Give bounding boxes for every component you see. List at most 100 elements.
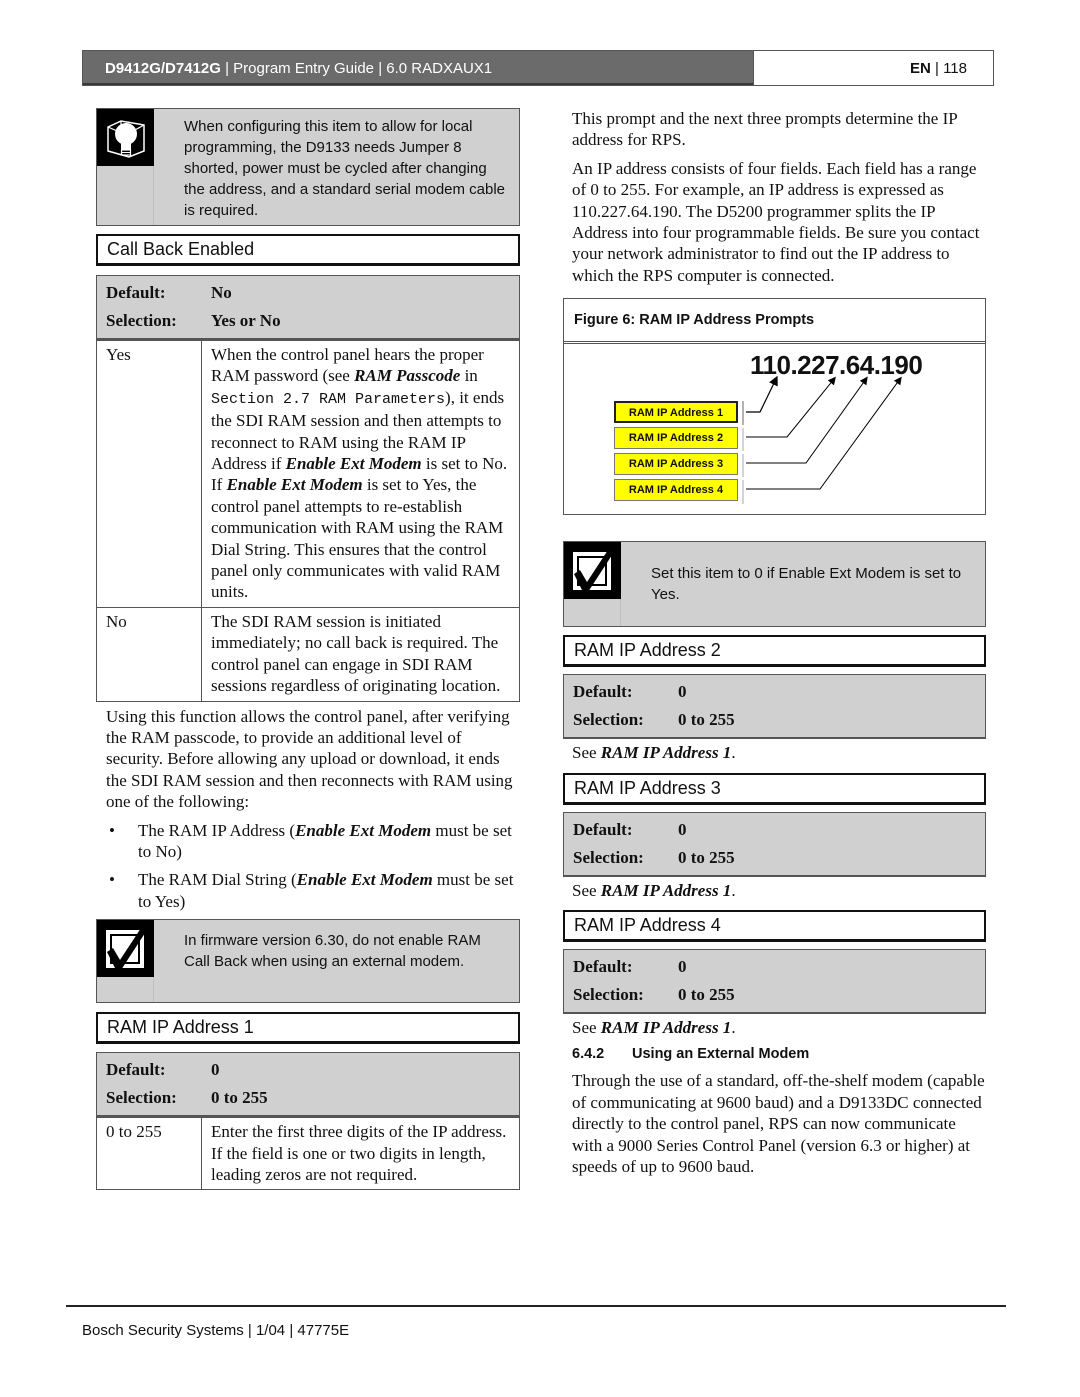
selection-value: Yes or No bbox=[211, 311, 281, 330]
checkbox-checked-icon bbox=[564, 542, 621, 600]
call-back-enabled-title: Call Back Enabled bbox=[96, 234, 520, 266]
selection-label: Selection: bbox=[106, 311, 177, 330]
selection-row: Selection: 0 to 255 bbox=[564, 981, 985, 1009]
selection-value: 0 to 255 bbox=[211, 1088, 268, 1108]
default-label: Default: bbox=[573, 819, 633, 839]
default-row: Default: 0 bbox=[564, 816, 985, 844]
figure-ram-ip-prompts: Figure 6: RAM IP Address Prompts 110.227… bbox=[563, 298, 986, 516]
selection-label: Selection: bbox=[573, 710, 644, 730]
page-header: D9412G/D7412G | Program Entry Guide | 6.… bbox=[82, 50, 994, 86]
table-row: Yes When the control panel hears the pro… bbox=[96, 340, 520, 608]
selection-label: Selection: bbox=[573, 847, 644, 867]
ram-ip-1-link[interactable]: RAM IP Address 1 bbox=[601, 1018, 732, 1037]
ram-ip-address-4-title: RAM IP Address 4 bbox=[563, 910, 986, 943]
arrow-4 bbox=[746, 376, 902, 490]
default-value: 0 bbox=[211, 1060, 220, 1080]
figure-label-ram-ip-4: RAM IP Address 4 bbox=[614, 479, 738, 502]
ram-ip-2-default-selection: Default: 0 Selection: 0 to 255 bbox=[563, 674, 986, 740]
ram-ip-address-1-title: RAM IP Address 1 bbox=[96, 1012, 520, 1045]
firmware-note-text: In firmware version 6.30, do not enable … bbox=[184, 932, 481, 971]
ram-ip-1-link[interactable]: RAM IP Address 1 bbox=[601, 881, 732, 900]
footer-company: Bosch Security Systems bbox=[82, 1322, 244, 1339]
selection-label: Selection: bbox=[573, 985, 644, 1005]
lightbulb-icon bbox=[97, 109, 154, 166]
figure-label-ram-ip-3: RAM IP Address 3 bbox=[614, 453, 738, 476]
call-back-description: Using this function allows the control p… bbox=[106, 706, 513, 812]
selection-row: Selection: 0 to 255 bbox=[564, 706, 985, 734]
default-row: Default: 0 bbox=[564, 953, 985, 981]
call-back-bullet-list: The RAM IP Address (Enable Ext Modem mus… bbox=[96, 820, 520, 913]
external-modem-paragraph: Through the use of a standard, off-the-s… bbox=[572, 1071, 985, 1177]
firmware-note: In firmware version 6.30, do not enable … bbox=[96, 919, 520, 1004]
default-value: 0 bbox=[678, 957, 687, 977]
ext-modem-note-text: Set this item to 0 if Enable Ext Modem i… bbox=[651, 565, 962, 604]
header-title: D9412G/D7412G | Program Entry Guide | 6.… bbox=[83, 51, 753, 85]
selection-label: Selection: bbox=[106, 1088, 177, 1108]
list-item: The RAM Dial String (Enable Ext Modem mu… bbox=[106, 869, 520, 912]
footer-doc-number: 47775E bbox=[297, 1322, 350, 1339]
selection-value: 0 to 255 bbox=[678, 710, 735, 730]
ram-ip-4-default-selection: Default: 0 Selection: 0 to 255 bbox=[563, 949, 986, 1015]
default-row: Default: 0 bbox=[564, 678, 985, 706]
default-value: No bbox=[211, 283, 232, 302]
option-key: No bbox=[96, 606, 202, 702]
figure-caption: Figure 6: RAM IP Address Prompts bbox=[564, 299, 985, 345]
selection-value: 0 to 255 bbox=[678, 985, 735, 1005]
table-row: No The SDI RAM session is initiated imme… bbox=[96, 606, 520, 702]
header-page-info: EN | 118 bbox=[753, 51, 993, 85]
page-footer: Bosch Security Systems | 1/04 | 47775E bbox=[82, 1322, 350, 1339]
default-value: 0 bbox=[678, 819, 687, 839]
left-column: When configuring this item to allow for … bbox=[96, 108, 520, 1191]
ram-ip-1-options-table: 0 to 255 Enter the first three digits of… bbox=[96, 1117, 520, 1191]
arrow-2 bbox=[746, 376, 836, 438]
default-value: 0 bbox=[678, 682, 687, 702]
default-row: Default: No bbox=[97, 279, 519, 307]
option-description: The SDI RAM session is initiated immedia… bbox=[201, 606, 520, 702]
figure-label-ram-ip-2: RAM IP Address 2 bbox=[614, 427, 738, 450]
intro-paragraph-2: An IP address consists of four fields. E… bbox=[572, 158, 980, 285]
table-row: 0 to 255 Enter the first three digits of… bbox=[96, 1117, 520, 1191]
default-label: Default: bbox=[573, 957, 633, 977]
header-section: 6.0 RADXAUX1 bbox=[386, 60, 493, 77]
section-title: Using an External Modem bbox=[632, 1046, 810, 1063]
ram-ip-3-default-selection: Default: 0 Selection: 0 to 255 bbox=[563, 811, 986, 877]
ext-modem-note: Set this item to 0 if Enable Ext Modem i… bbox=[563, 541, 986, 628]
option-key: 0 to 255 bbox=[96, 1117, 202, 1191]
selection-row: Selection: 0 to 255 bbox=[564, 844, 985, 872]
ram-ip-address-3-title: RAM IP Address 3 bbox=[563, 772, 986, 805]
arrow-1 bbox=[746, 376, 778, 413]
tip-note-text: When configuring this item to allow for … bbox=[184, 118, 506, 219]
figure-label-ram-ip-1: RAM IP Address 1 bbox=[614, 401, 738, 424]
header-guide: Program Entry Guide bbox=[233, 60, 375, 77]
see-reference: See RAM IP Address 1. bbox=[572, 1018, 736, 1038]
footer-date: 1/04 bbox=[255, 1322, 286, 1339]
list-item: The RAM IP Address (Enable Ext Modem mus… bbox=[106, 820, 520, 863]
header-product: D9412G/D7412G bbox=[105, 60, 221, 77]
default-label: Default: bbox=[573, 682, 633, 702]
right-column: This prompt and the next three prompts d… bbox=[563, 108, 986, 1178]
selection-value: 0 to 255 bbox=[678, 847, 735, 867]
call-back-default-selection: Default: No Selection: Yes or No bbox=[96, 275, 520, 340]
section-number: 6.4.2 bbox=[572, 1046, 605, 1063]
intro-paragraph-1: This prompt and the next three prompts d… bbox=[572, 109, 958, 150]
header-page-number: 118 bbox=[943, 60, 967, 77]
option-key: Yes bbox=[96, 340, 202, 608]
section-heading-external-modem: 6.4.2 Using an External Modem bbox=[563, 1046, 986, 1062]
selection-row: Selection: Yes or No bbox=[97, 307, 519, 335]
footer-divider bbox=[66, 1305, 1006, 1307]
ram-ip-1-link[interactable]: RAM IP Address 1 bbox=[601, 743, 732, 762]
see-reference: See RAM IP Address 1. bbox=[572, 880, 736, 900]
tip-note: When configuring this item to allow for … bbox=[96, 108, 520, 226]
ram-ip-1-default-selection: Default: 0 Selection: 0 to 255 bbox=[96, 1052, 520, 1118]
header-lang: EN bbox=[910, 60, 931, 77]
ram-ip-address-2-title: RAM IP Address 2 bbox=[563, 635, 986, 668]
checkbox-checked-icon bbox=[97, 920, 154, 978]
option-description: When the control panel hears the proper … bbox=[201, 340, 520, 608]
see-reference: See RAM IP Address 1. bbox=[572, 743, 736, 763]
selection-row: Selection: 0 to 255 bbox=[97, 1084, 519, 1112]
default-label: Default: bbox=[106, 283, 166, 302]
default-row: Default: 0 bbox=[97, 1056, 519, 1084]
default-label: Default: bbox=[106, 1060, 166, 1080]
call-back-options-table: Yes When the control panel hears the pro… bbox=[96, 340, 520, 702]
section-ref: Section 2.7 RAM Parameters bbox=[211, 390, 446, 408]
